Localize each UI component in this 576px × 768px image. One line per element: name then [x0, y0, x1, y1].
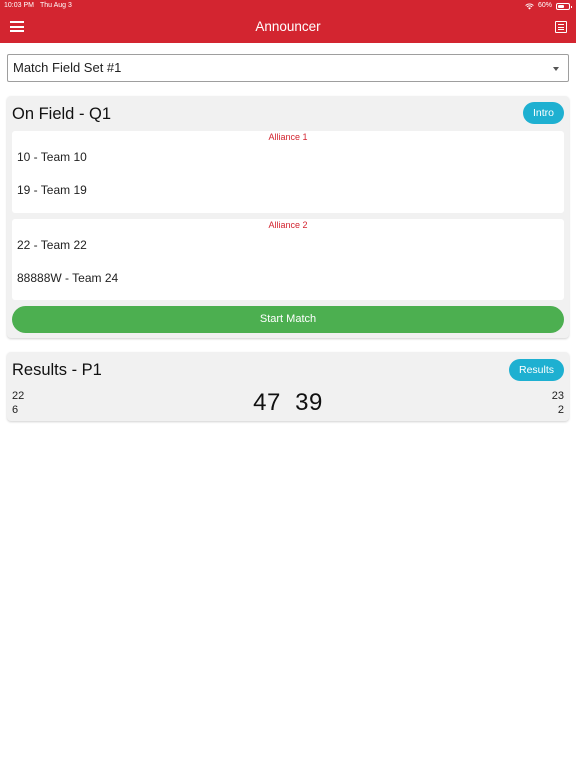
team-item: 88888W - Team 24: [17, 271, 119, 285]
results-title: Results - P1: [12, 361, 102, 379]
wifi-icon: [525, 3, 534, 9]
results-score: 47 39: [253, 389, 323, 416]
battery-percent: 60%: [537, 2, 552, 9]
results-right-values: 23 2: [552, 389, 564, 417]
match-field-set-value: Match Field Set #1: [13, 60, 122, 75]
intro-button[interactable]: Intro: [522, 102, 564, 124]
dropdown-caret-icon: [553, 67, 559, 71]
right-value: 2: [557, 404, 564, 416]
status-bar: 10:03 PM Thu Aug 3 60%: [0, 0, 576, 12]
team-item: 22 - Team 22: [17, 238, 87, 252]
team-item: 10 - Team 10: [17, 150, 87, 164]
document-list-icon[interactable]: [555, 21, 567, 33]
on-field-card: On Field - Q1 Intro Alliance 1 10 - Team…: [7, 96, 569, 338]
on-field-title: On Field - Q1: [12, 105, 112, 123]
results-card: Results - P1 Results 22 6 47 39 23 2: [7, 352, 569, 421]
results-button[interactable]: Results: [508, 359, 564, 381]
status-date: Thu Aug 3: [40, 2, 72, 9]
alliance-1-panel: Alliance 1 10 - Team 10 19 - Team 19: [12, 131, 564, 213]
alliance-2-panel: Alliance 2 22 - Team 22 88888W - Team 24: [12, 219, 564, 300]
team-item: 19 - Team 19: [17, 183, 87, 197]
start-match-button[interactable]: Start Match: [12, 306, 564, 333]
status-time: 10:03 PM: [4, 2, 34, 9]
alliance-label: Alliance 2: [268, 220, 308, 230]
battery-icon: [556, 2, 572, 10]
status-right: 60%: [525, 0, 572, 12]
app-bar: 10:03 PM Thu Aug 3 60% Announcer: [0, 0, 576, 43]
alliance-label: Alliance 1: [268, 132, 308, 142]
page-title: Announcer: [255, 19, 321, 34]
right-value: 23: [551, 390, 564, 402]
match-field-set-select[interactable]: Match Field Set #1: [7, 54, 569, 82]
